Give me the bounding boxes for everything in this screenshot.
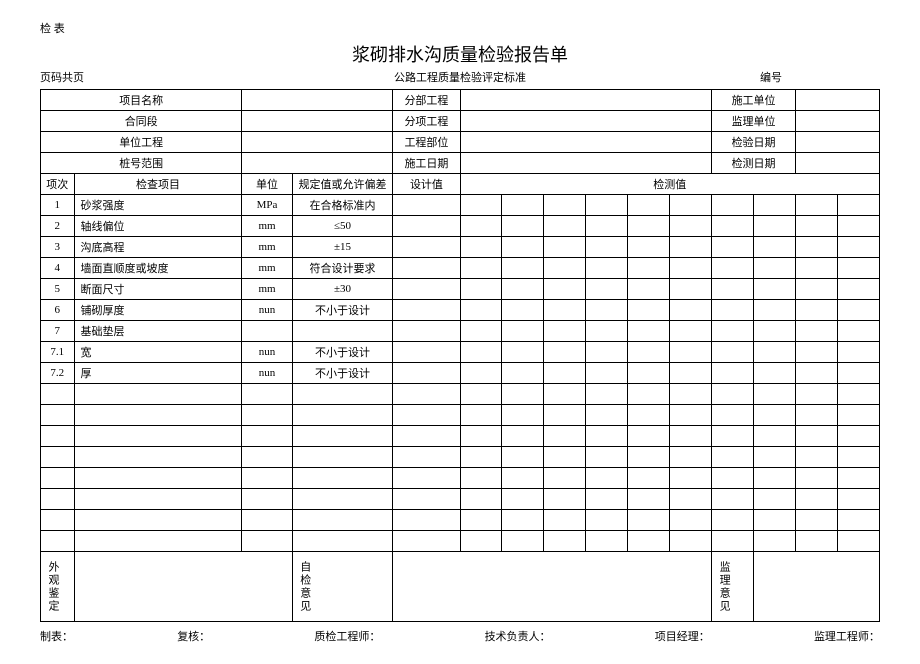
footer-qc-engineer: 质检工程师： [314, 628, 380, 644]
table-row [41, 468, 880, 489]
table-row: 6 铺砌厚度 nun 不小于设计 [41, 300, 880, 321]
table-row [41, 384, 880, 405]
label-supervise-unit: 监理单位 [712, 111, 796, 132]
label-test-date: 检测日期 [712, 153, 796, 174]
header-row-1: 项目名称 分部工程 施工单位 [41, 90, 880, 111]
title-row: 浆砌排水沟质量检验报告单 [40, 41, 880, 67]
label-subproject: 分部工程 [393, 90, 460, 111]
page-info: 页码共页 [40, 69, 160, 85]
table-row: 3 沟底高程 mm ±15 [41, 237, 880, 258]
label-pile-range: 桩号范围 [41, 153, 242, 174]
table-row [41, 531, 880, 552]
appearance-cell [74, 552, 292, 622]
column-header-row: 项次 检查项目 单位 规定值或允许偏差 设计值 检测值 [41, 174, 880, 195]
header-row-3: 单位工程 工程部位 检验日期 [41, 132, 880, 153]
table-row: 7 基础垫层 [41, 321, 880, 342]
main-title: 浆砌排水沟质量检验报告单 [160, 41, 760, 67]
table-row: 7.2 厚 nun 不小于设计 [41, 363, 880, 384]
appearance-label: 外观鉴定 [41, 552, 75, 622]
footer-tech-lead: 技术负责人： [485, 628, 551, 644]
table-row [41, 510, 880, 531]
bottom-row: 外观鉴定 自检意见 监理意见 [41, 552, 880, 622]
col-unit: 单位 [242, 174, 292, 195]
label-inspect-date: 检验日期 [712, 132, 796, 153]
label-project-name: 项目名称 [41, 90, 242, 111]
supervise-label: 监理意见 [712, 552, 754, 622]
header-row-2: 合同段 分项工程 监理单位 [41, 111, 880, 132]
table-row: 4 墙面直顺度或坡度 mm 符合设计要求 [41, 258, 880, 279]
col-seq: 项次 [41, 174, 75, 195]
col-spec: 规定值或允许偏差 [292, 174, 393, 195]
table-row [41, 426, 880, 447]
subtitle-row: 页码共页 公路工程质量检验评定标准 编号 [40, 69, 880, 85]
label-unit-project: 单位工程 [41, 132, 242, 153]
selfcheck-cell [393, 552, 712, 622]
footer-row: 制表： 复核： 质检工程师： 技术负责人： 项目经理： 监理工程师： [40, 628, 880, 644]
check-table-label: 检 表 [40, 20, 880, 36]
report-table: 项目名称 分部工程 施工单位 合同段 分项工程 监理单位 单位工程 工程部位 检… [40, 89, 880, 622]
number-label: 编号 [760, 69, 880, 85]
table-row: 2 轴线偏位 mm ≤50 [41, 216, 880, 237]
header-row-4: 桩号范围 施工日期 检测日期 [41, 153, 880, 174]
col-measured: 检测值 [460, 174, 880, 195]
standard-text: 公路工程质量检验评定标准 [160, 69, 760, 85]
footer-reviewer: 复核： [177, 628, 210, 644]
table-row [41, 405, 880, 426]
supervise-cell [754, 552, 880, 622]
footer-pm: 项目经理： [655, 628, 710, 644]
label-construction-unit: 施工单位 [712, 90, 796, 111]
table-row: 5 断面尺寸 mm ±30 [41, 279, 880, 300]
footer-supervise-engineer: 监理工程师： [814, 628, 880, 644]
table-row: 1 砂浆强度 MPa 在合格标准内 [41, 195, 880, 216]
col-item: 检查项目 [74, 174, 242, 195]
table-row [41, 447, 880, 468]
col-design: 设计值 [393, 174, 460, 195]
label-subitem: 分项工程 [393, 111, 460, 132]
table-row [41, 489, 880, 510]
label-contract: 合同段 [41, 111, 242, 132]
label-part: 工程部位 [393, 132, 460, 153]
selfcheck-label: 自检意见 [292, 552, 393, 622]
table-row: 7.1 宽 nun 不小于设计 [41, 342, 880, 363]
footer-maker: 制表： [40, 628, 73, 644]
label-construct-date: 施工日期 [393, 153, 460, 174]
